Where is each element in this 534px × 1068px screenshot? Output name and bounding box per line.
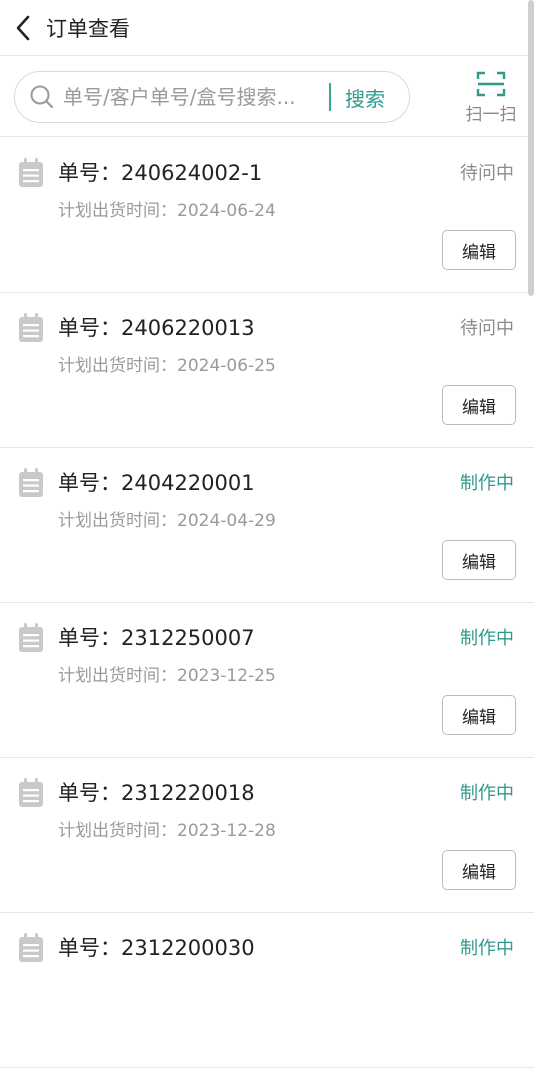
planned-ship-date: 计划出货时间：2023-12-25 xyxy=(58,666,276,686)
search-button[interactable]: 搜索 xyxy=(345,83,385,112)
edit-button[interactable]: 编辑 xyxy=(442,230,516,270)
chevron-left-icon xyxy=(16,15,30,40)
scrollbar-thumb[interactable] xyxy=(528,0,534,296)
clipboard-icon xyxy=(19,778,43,807)
order-card[interactable]: 单号：2312200030 制作中 xyxy=(0,913,534,1068)
planned-ship-date: 计划出货时间：2023-12-28 xyxy=(58,821,276,841)
order-number: 单号：2312250007 xyxy=(58,626,255,650)
order-card[interactable]: 单号：2406220013 计划出货时间：2024-06-25 待问中 编辑 xyxy=(0,293,534,448)
edit-button[interactable]: 编辑 xyxy=(442,385,516,425)
status-badge: 待问中 xyxy=(460,318,514,339)
clipboard-icon xyxy=(19,933,43,962)
order-number: 单号：2312220018 xyxy=(58,781,255,805)
edit-button[interactable]: 编辑 xyxy=(442,850,516,890)
order-number: 单号：2406220013 xyxy=(58,316,255,340)
back-button[interactable] xyxy=(0,0,46,56)
status-badge: 制作中 xyxy=(460,783,514,804)
status-badge: 制作中 xyxy=(460,473,514,494)
clipboard-icon xyxy=(19,313,43,342)
search-input[interactable] xyxy=(63,85,325,109)
scan-label: 扫一扫 xyxy=(465,105,517,125)
scrollbar[interactable] xyxy=(528,0,534,950)
order-number: 单号：240624002-1 xyxy=(58,161,263,185)
planned-ship-date: 计划出货时间：2024-04-29 xyxy=(58,511,276,531)
planned-ship-date: 计划出货时间：2024-06-24 xyxy=(58,201,276,221)
order-number: 单号：2312200030 xyxy=(58,936,255,960)
clipboard-icon xyxy=(19,158,43,187)
search-bar: 搜索 xyxy=(0,57,534,137)
status-badge: 待问中 xyxy=(460,163,514,184)
clipboard-icon xyxy=(19,623,43,652)
planned-ship-date: 计划出货时间：2024-06-25 xyxy=(58,356,276,376)
order-card[interactable]: 单号：2312250007 计划出货时间：2023-12-25 制作中 编辑 xyxy=(0,603,534,758)
edit-button[interactable]: 编辑 xyxy=(442,695,516,735)
edit-button[interactable]: 编辑 xyxy=(442,540,516,580)
search-divider xyxy=(329,83,331,111)
order-card[interactable]: 单号：240624002-1 计划出货时间：2024-06-24 待问中 编辑 xyxy=(0,138,534,293)
search-icon xyxy=(27,82,57,112)
page-title: 订单查看 xyxy=(46,16,130,41)
status-badge: 制作中 xyxy=(460,938,514,959)
status-badge: 制作中 xyxy=(460,628,514,649)
app-header: 订单查看 xyxy=(0,0,534,56)
order-card[interactable]: 单号：2404220001 计划出货时间：2024-04-29 制作中 编辑 xyxy=(0,448,534,603)
scan-button[interactable]: 扫一扫 xyxy=(460,70,522,126)
order-card[interactable]: 单号：2312220018 计划出货时间：2023-12-28 制作中 编辑 xyxy=(0,758,534,913)
scan-icon xyxy=(476,71,506,97)
clipboard-icon xyxy=(19,468,43,497)
order-list: 单号：240624002-1 计划出货时间：2024-06-24 待问中 编辑 … xyxy=(0,138,534,1068)
search-box: 搜索 xyxy=(14,71,410,123)
order-number: 单号：2404220001 xyxy=(58,471,255,495)
